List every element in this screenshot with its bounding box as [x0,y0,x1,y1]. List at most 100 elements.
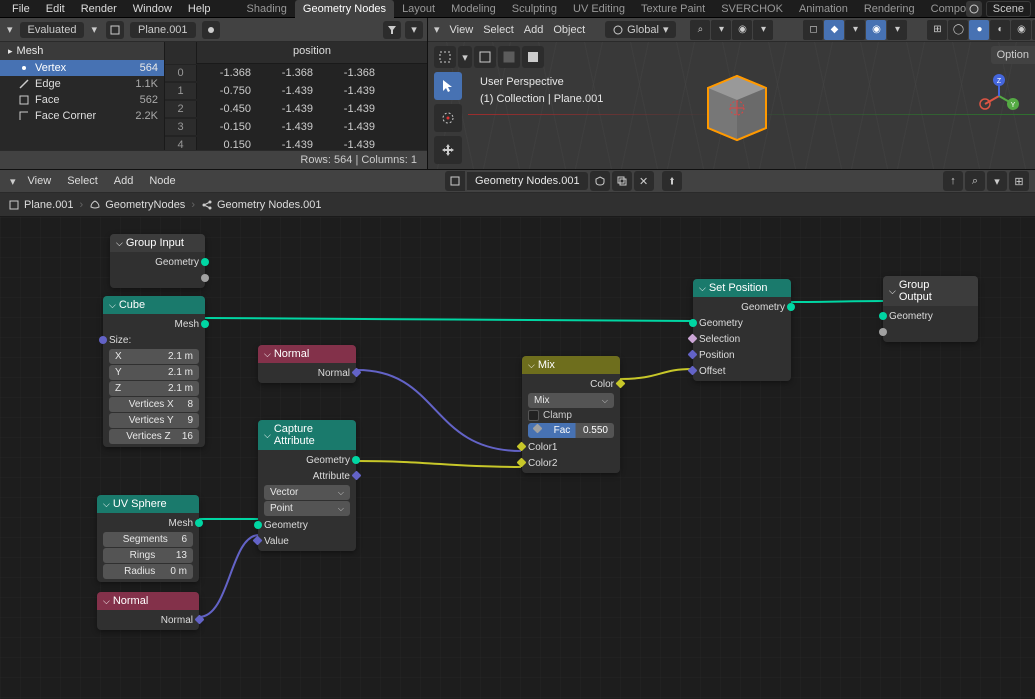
node-header[interactable]: UV Sphere [97,495,199,513]
viewport-menu-select[interactable]: Select [483,24,514,36]
node-group-input[interactable]: Group Input Geometry [110,234,205,288]
snap-node-icon[interactable]: ⌕ [965,171,985,191]
shading-solid-icon[interactable]: ● [969,20,989,40]
node-header[interactable]: Normal [258,345,356,363]
socket-geometry-out[interactable]: Geometry [110,254,205,270]
node-header[interactable]: Mix [522,356,620,374]
nodegroup-browse-icon[interactable] [445,171,465,191]
editor-type-icon[interactable]: ▾ [4,23,16,36]
size-x-field[interactable]: X2.1 m [109,349,199,364]
column-position[interactable]: position [197,42,427,64]
gizmo-toggle-icon[interactable]: ◆ [824,20,844,40]
tab-texture-paint[interactable]: Texture Paint [633,0,713,18]
socket-color2-in[interactable]: Color2 [522,455,620,471]
3d-viewport[interactable]: ▾ View Select Add Object Global ▾ ⌕ ▾ ◉ … [428,18,1035,169]
socket-geometry-in[interactable]: Geometry [258,517,356,533]
spreadsheet-table[interactable]: position 0-1.368-1.368-1.368 1-0.750-1.4… [165,42,427,150]
overlay-visibility-icon[interactable]: ◻ [803,20,823,40]
breadcrumb-nodegroup[interactable]: Geometry Nodes.001 [201,199,322,211]
domain-face[interactable]: Face 562 [0,92,164,108]
size-y-field[interactable]: Y2.1 m [109,365,199,380]
gizmo-dropdown-icon[interactable]: ▾ [845,20,865,40]
parent-nodegroup-icon[interactable]: ↑ [943,171,963,191]
node-uv-sphere[interactable]: UV Sphere Mesh Segments6 Rings13 Radius0… [97,495,199,582]
viewport-menu-object[interactable]: Object [553,24,585,36]
node-canvas[interactable]: Group Input Geometry Cube Mesh Size: X2.… [0,217,1035,699]
snap-icon[interactable]: ⌕ [690,20,710,40]
shading-wireframe-icon[interactable]: ◯ [948,20,968,40]
node-header[interactable]: Normal [97,592,199,610]
overlay-node-icon[interactable]: ⊞ [1009,171,1029,191]
node-capture-attribute[interactable]: Capture Attribute Geometry Attribute Vec… [258,420,356,551]
nodegroup-unlink-icon[interactable]: ✕ [634,171,654,191]
selectability-icon-2[interactable] [498,46,520,68]
snap-dropdown-icon[interactable]: ▾ [711,20,731,40]
socket-geometry-in[interactable]: Geometry [693,315,791,331]
tab-sverchok[interactable]: SVERCHOK [713,0,791,18]
socket-geometry-out[interactable]: Geometry [693,299,791,315]
viewport-editor-type[interactable]: ▾ [434,23,440,36]
navigation-gizmo[interactable]: Z Y [977,74,1021,118]
viewport-menu-add[interactable]: Add [524,24,544,36]
overlay-toggle-icon[interactable]: ◉ [866,20,886,40]
node-cube[interactable]: Cube Mesh Size: X2.1 m Y2.1 m Z2.1 m Ver… [103,296,205,447]
socket-empty-out[interactable] [110,270,205,286]
socket-value-in[interactable]: Value [258,533,356,549]
domain-vertex[interactable]: Vertex 564 [0,60,164,76]
viewport-menu-view[interactable]: View [450,24,474,36]
size-z-field[interactable]: Z2.1 m [109,381,199,396]
node-menu-select[interactable]: Select [59,175,106,187]
mode-dropdown-icon[interactable]: ▾ [458,46,472,68]
node-group-output[interactable]: Group Output Geometry [883,276,978,342]
tab-geometry-nodes[interactable]: Geometry Nodes [295,0,394,18]
socket-geometry-out[interactable]: Geometry [258,452,356,468]
domain-edge[interactable]: Edge 1.1K [0,76,164,92]
tab-sculpting[interactable]: Sculpting [504,0,565,18]
node-header[interactable]: Capture Attribute [258,420,356,450]
filter-icon[interactable] [383,21,401,39]
socket-color1-in[interactable]: Color1 [522,439,620,455]
shading-material-icon[interactable]: ◐ [990,20,1010,40]
filter-toggle[interactable]: ▾ [405,21,423,39]
proportional-dropdown-icon[interactable]: ▾ [753,20,773,40]
table-row[interactable]: 2-0.450-1.439-1.439 [165,100,427,118]
proportional-edit-icon[interactable]: ◉ [732,20,752,40]
pin-toggle[interactable] [202,21,220,39]
node-header[interactable]: Group Output [883,276,978,306]
node-header[interactable]: Group Input [110,234,205,252]
object-icon[interactable] [106,21,124,39]
node-set-position[interactable]: Set Position Geometry Geometry Selection… [693,279,791,381]
menu-file[interactable]: File [4,1,38,17]
socket-mesh-out[interactable]: Mesh [97,515,199,531]
orientation-dropdown[interactable]: Global ▾ [605,21,676,38]
select-box-icon[interactable] [434,46,456,68]
menu-help[interactable]: Help [180,1,219,17]
nodegroup-name[interactable]: Geometry Nodes.001 [467,172,588,190]
socket-normal-out[interactable]: Normal [258,365,356,381]
browse-scene-icon[interactable] [966,1,982,17]
vertices-z-field[interactable]: Vertices Z16 [109,429,199,444]
table-row[interactable]: 1-0.750-1.439-1.439 [165,82,427,100]
scene-name[interactable]: Scene [986,1,1031,17]
nodegroup-pin-icon[interactable] [662,171,682,191]
socket-position-in[interactable]: Position [693,347,791,363]
selectability-icon[interactable] [474,46,496,68]
node-menu-view[interactable]: View [20,175,60,187]
node-normal-2[interactable]: Normal Normal [97,592,199,630]
node-menu-node[interactable]: Node [141,175,183,187]
node-header[interactable]: Cube [103,296,205,314]
data-type-dropdown[interactable]: Vector [264,485,350,500]
nodegroup-shield-icon[interactable] [590,171,610,191]
tab-rendering[interactable]: Rendering [856,0,923,18]
move-tool[interactable] [434,136,462,164]
table-row[interactable]: 0-1.368-1.368-1.368 [165,64,427,82]
socket-offset-in[interactable]: Offset [693,363,791,379]
spreadsheet-object-name[interactable]: Plane.001 [130,22,196,38]
table-row[interactable]: 40.150-1.439-1.439 [165,136,427,150]
shading-rendered-icon[interactable]: ◉ [1011,20,1031,40]
node-menu-add[interactable]: Add [106,175,142,187]
domain-dropdown[interactable]: Point [264,501,350,516]
fac-slider[interactable]: Fac0.550 [528,423,614,438]
segments-field[interactable]: Segments6 [103,532,193,547]
selectability-icon-3[interactable] [522,46,544,68]
